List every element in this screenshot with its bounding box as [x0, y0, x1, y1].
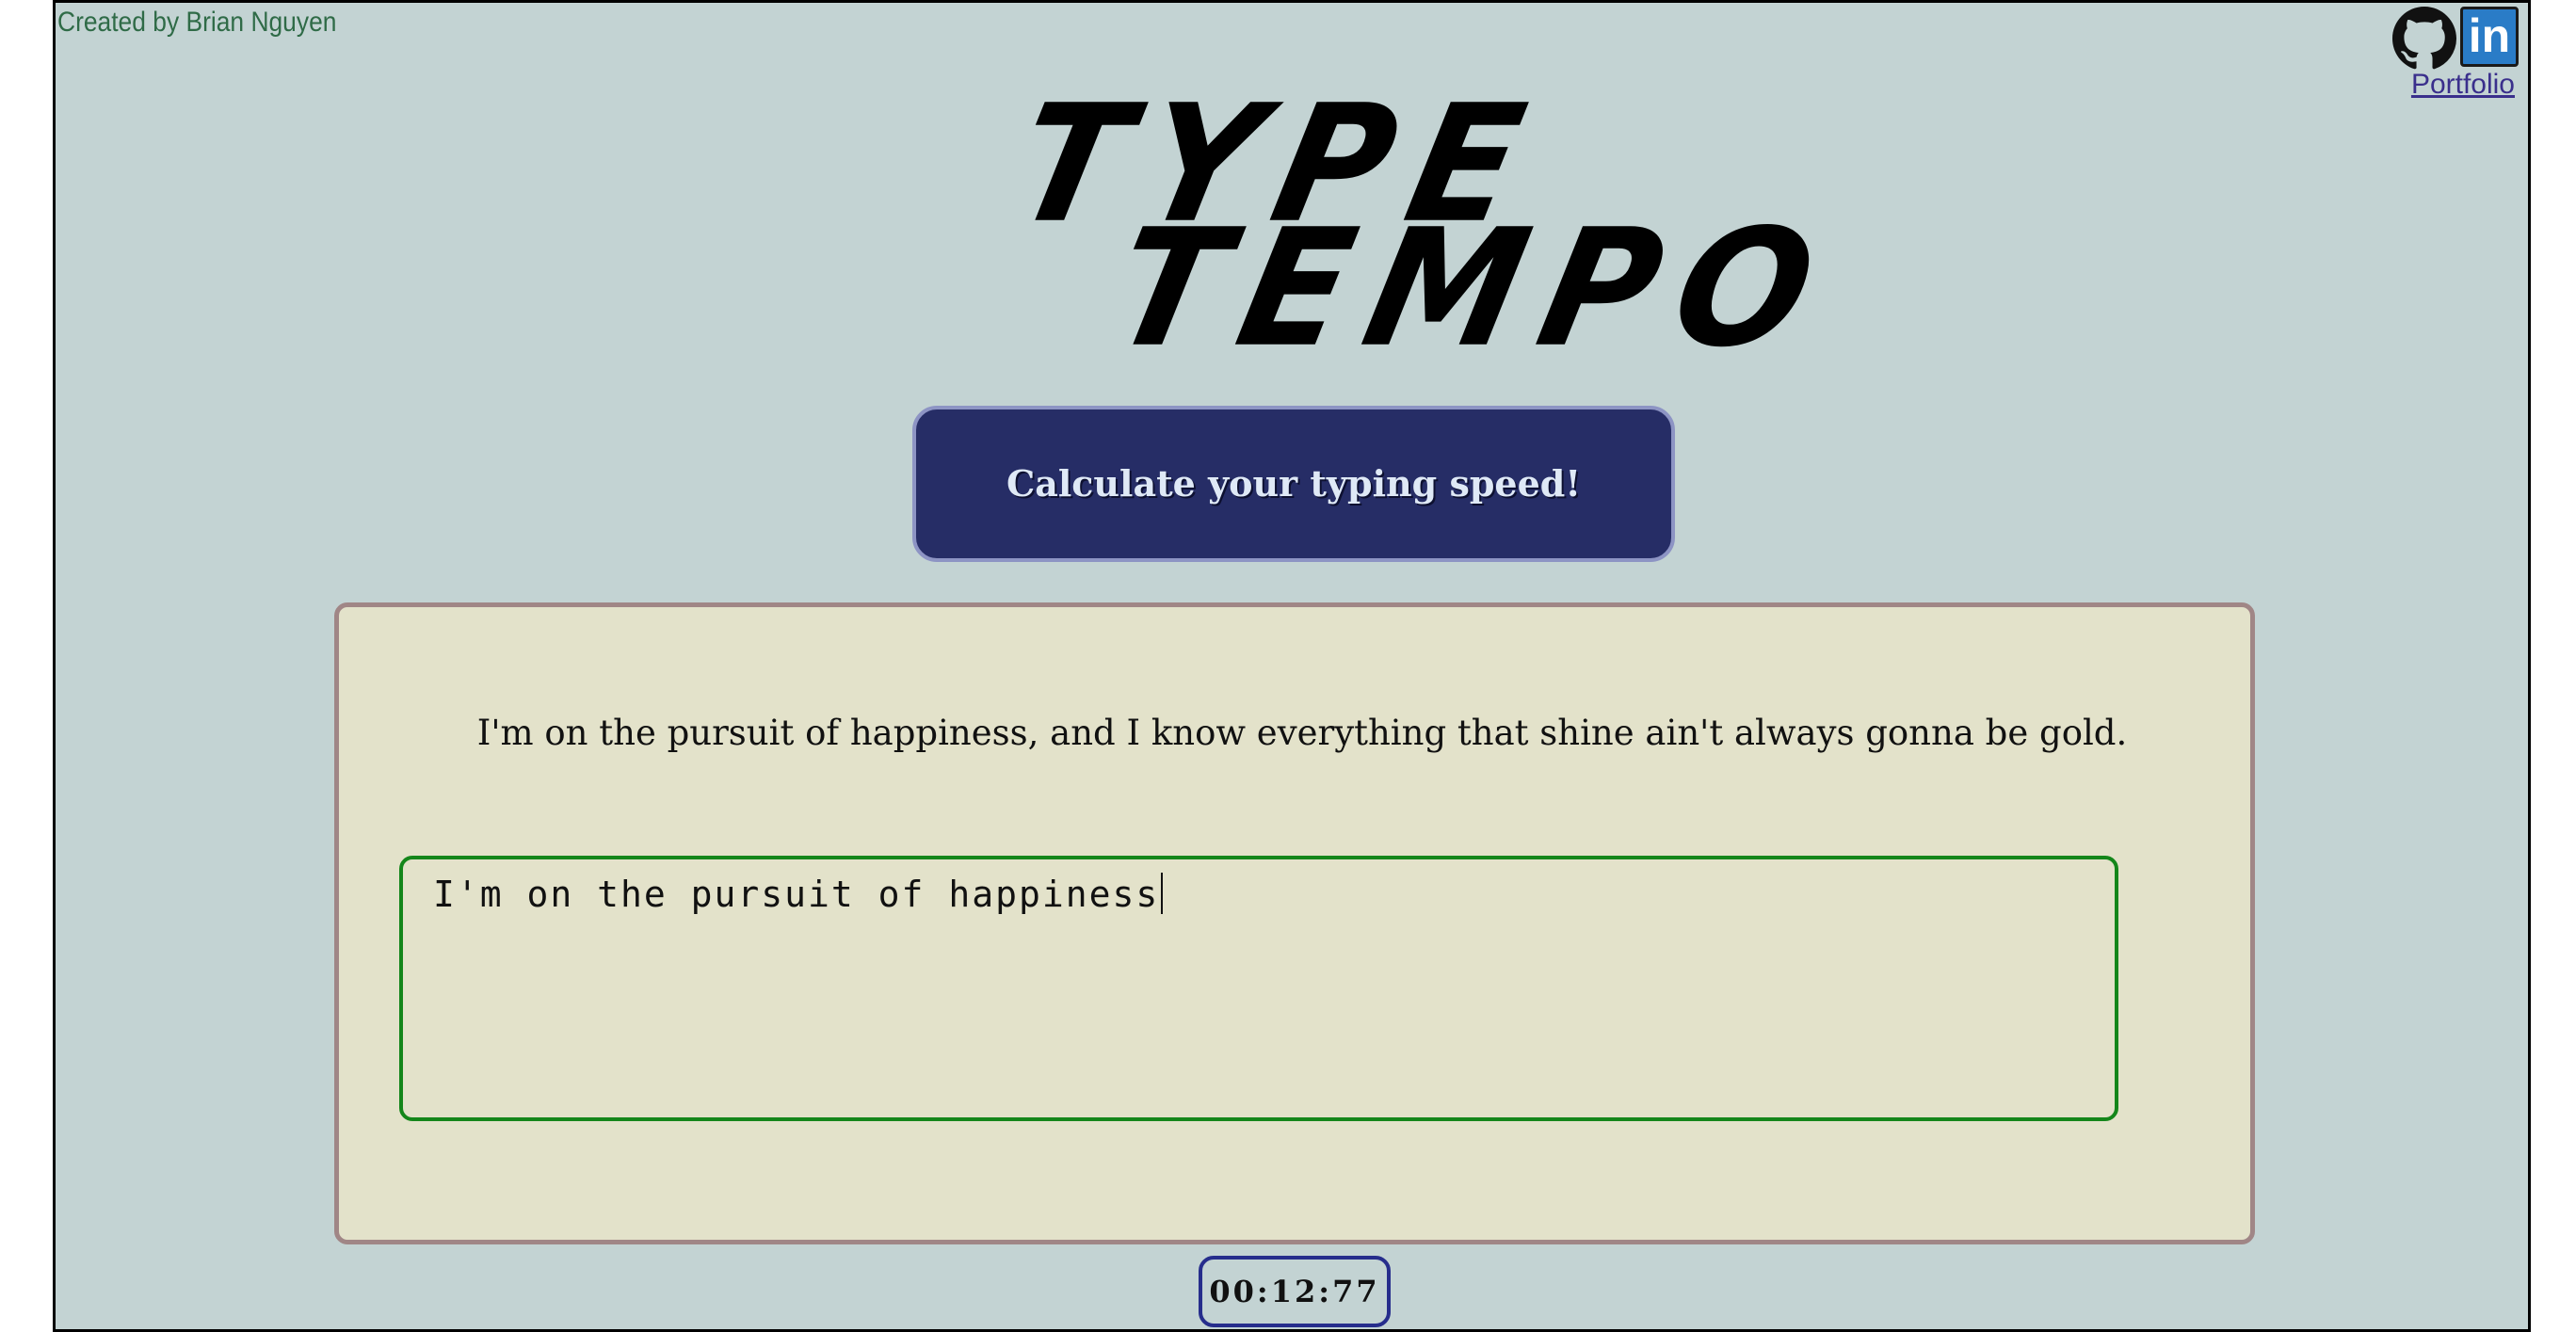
text-caret [1161, 873, 1164, 914]
typing-input[interactable]: I'm on the pursuit of happiness [399, 856, 2118, 1121]
timer-display: 00:12:77 [1199, 1256, 1391, 1327]
credit-text: Created by Brian Nguyen [57, 7, 337, 38]
linkedin-icon[interactable]: in [2460, 7, 2519, 67]
typing-test-panel: I'm on the pursuit of happiness, and I k… [334, 602, 2255, 1244]
app-logo: TYPE TEMPO [56, 70, 2528, 383]
github-icon[interactable] [2392, 7, 2456, 71]
prompt-text: I'm on the pursuit of happiness, and I k… [476, 713, 2128, 753]
typed-text-wrap: I'm on the pursuit of happiness [433, 873, 1164, 915]
calculate-speed-button[interactable]: Calculate your typing speed! [912, 406, 1675, 562]
logo-line-tempo: TEMPO [1097, 194, 1851, 383]
page: Created by Brian Nguyen in Portfolio TYP… [53, 0, 2531, 1332]
typed-text: I'm on the pursuit of happiness [433, 874, 1160, 915]
